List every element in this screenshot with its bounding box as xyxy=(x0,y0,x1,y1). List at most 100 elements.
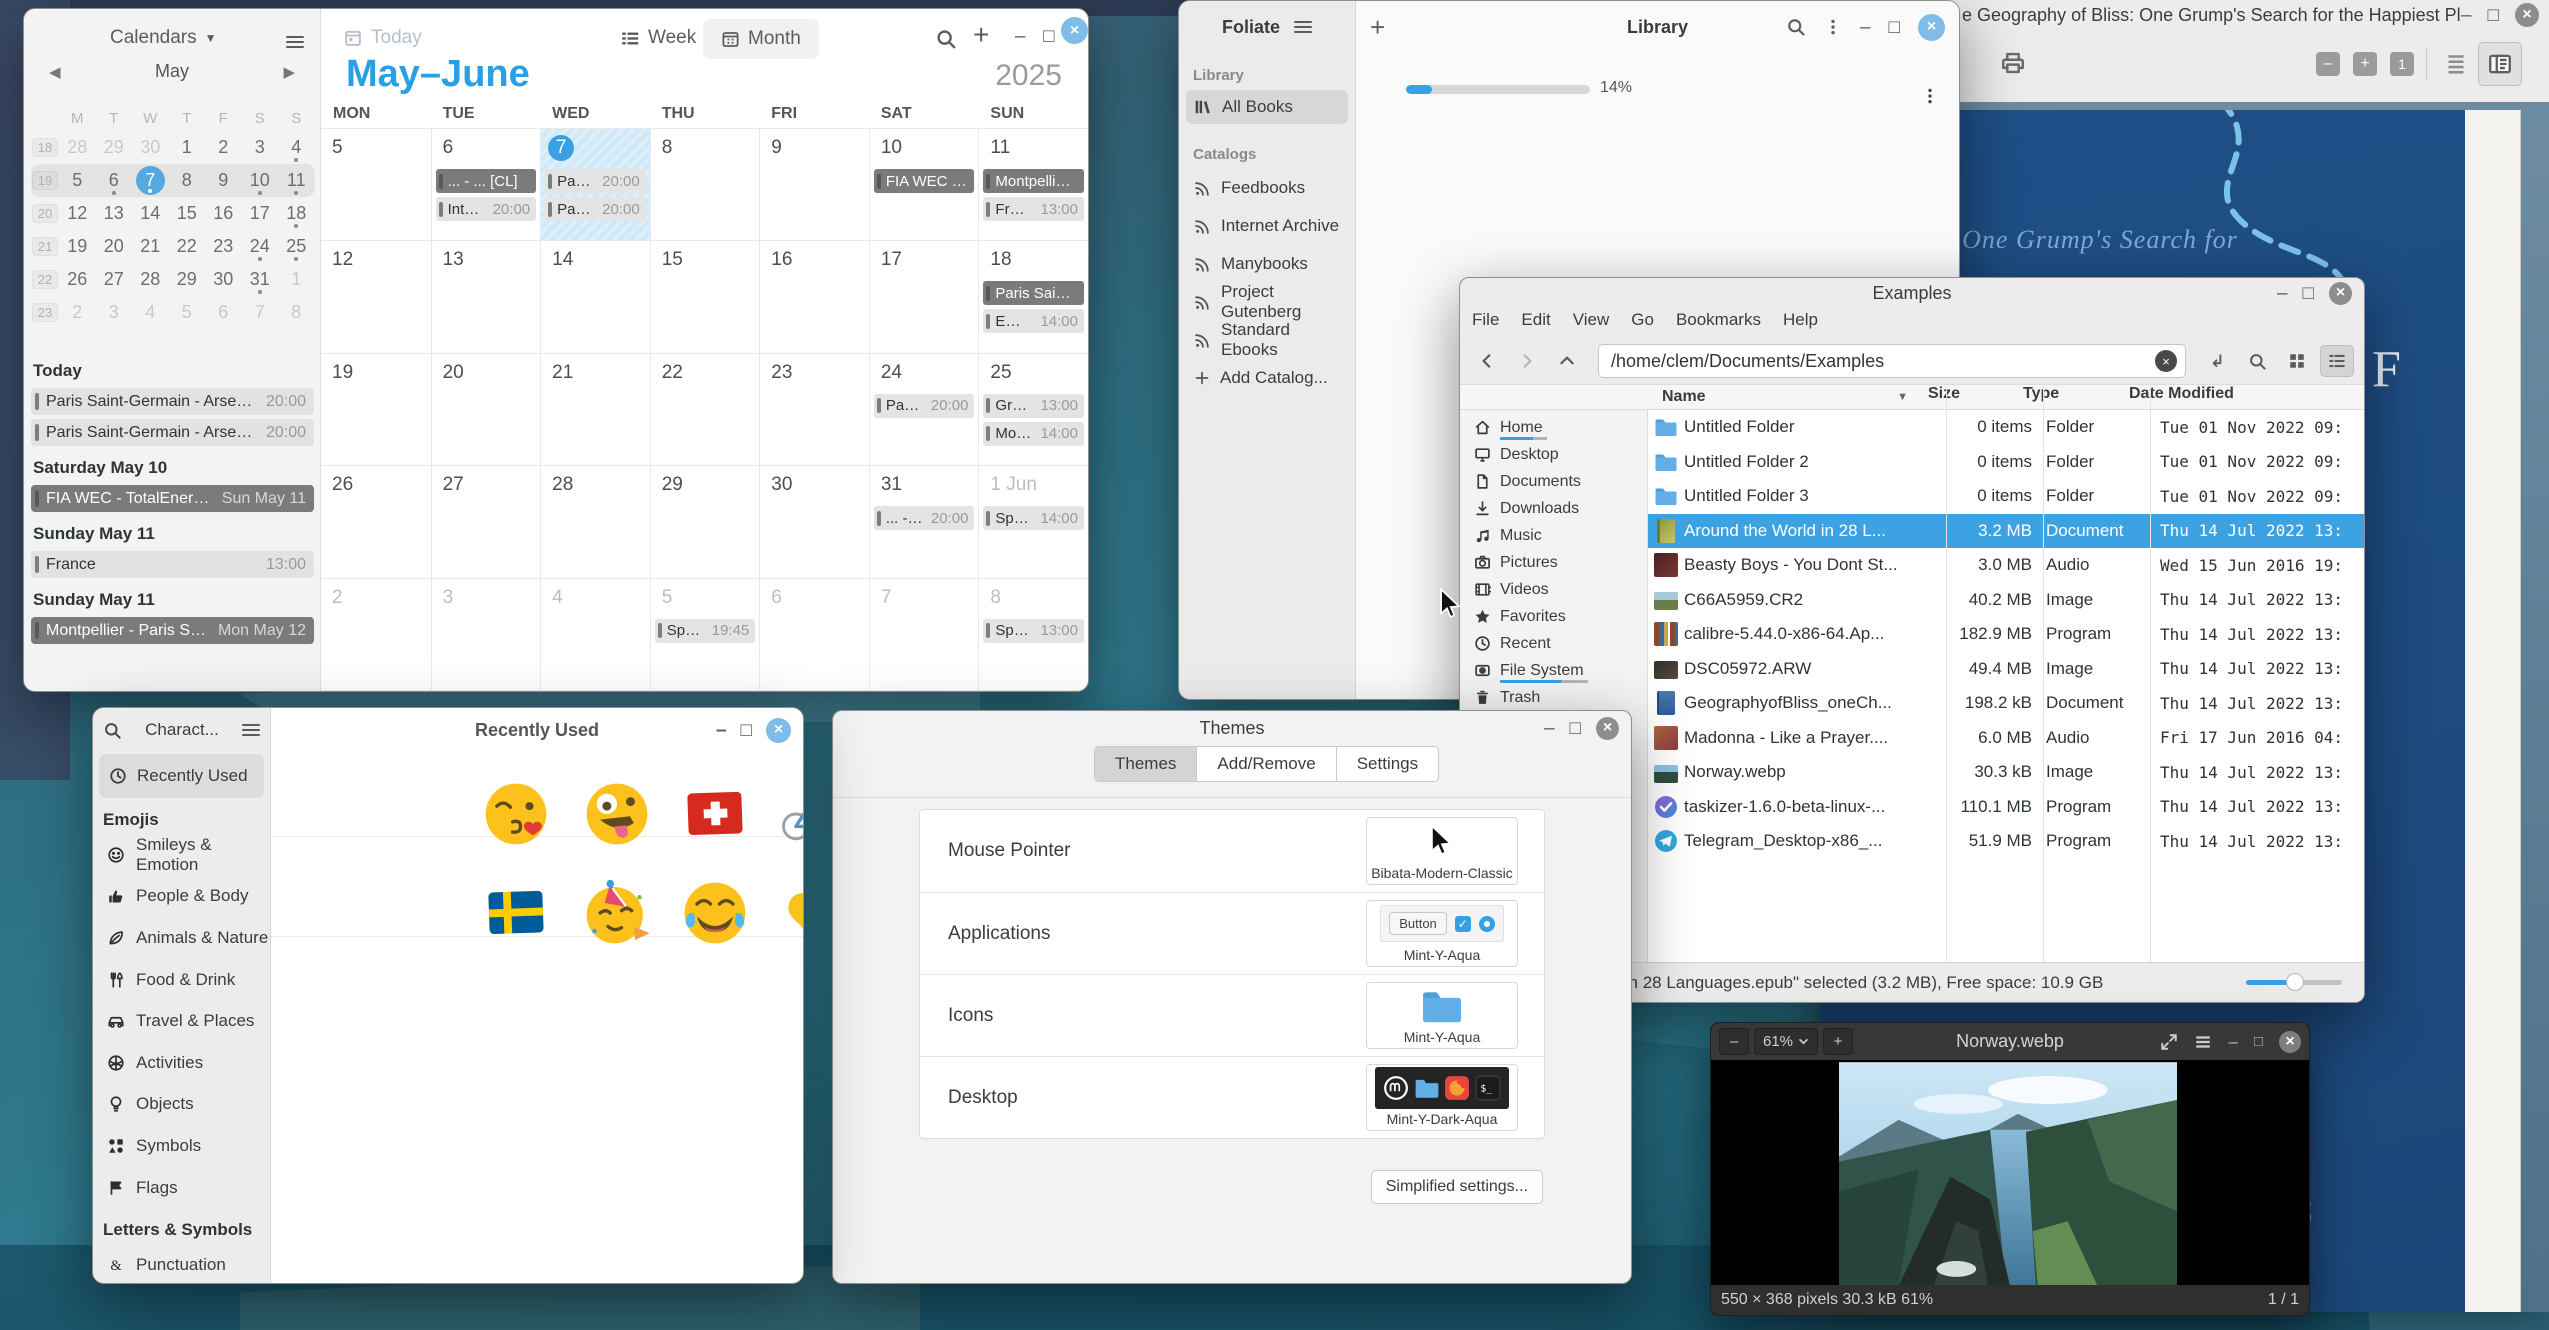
add-catalog-button[interactable]: Add Catalog... xyxy=(1186,359,1348,397)
sidebar-item-all-books[interactable]: All Books xyxy=(1186,90,1348,124)
mini-day[interactable]: 4 xyxy=(278,131,315,164)
reader-maximize-button[interactable]: □ xyxy=(2488,6,2499,25)
sidebar-item-recent[interactable]: Recent xyxy=(1460,630,1647,657)
viewer-menu-icon[interactable] xyxy=(2194,1033,2212,1051)
file-row[interactable]: Telegram_Desktop-x86_...51.9 MBProgramTh… xyxy=(1648,824,2364,859)
book-list-item[interactable]: 14% xyxy=(1406,61,1939,141)
calendar-day-cell[interactable]: 31... - ... [CL]20:00 xyxy=(869,466,979,578)
calendar-day-cell[interactable]: 27 xyxy=(431,466,541,578)
calendar-day-cell[interactable]: 5 xyxy=(321,129,431,241)
sidebar-item-smileys---emotion[interactable]: Smileys & Emotion xyxy=(93,834,270,876)
search-icon[interactable] xyxy=(1786,17,1806,37)
sidebar-item-downloads[interactable]: Downloads xyxy=(1460,495,1647,522)
catalog-item[interactable]: Feedbooks xyxy=(1186,169,1348,207)
event-pill[interactable]: France13:00 xyxy=(983,197,1084,221)
mini-day[interactable]: 8 xyxy=(169,164,206,197)
event-pill[interactable]: Spanish GP14:00 xyxy=(983,506,1084,530)
calendar-day-cell[interactable]: 19 xyxy=(321,354,431,466)
event-pill[interactable]: Paris Sai...20:00 xyxy=(545,197,646,221)
location-bar[interactable]: /home/clem/Documents/Examples × xyxy=(1598,344,2186,378)
mini-day[interactable]: 29 xyxy=(169,263,206,296)
calendar-day-cell[interactable]: 6 xyxy=(759,579,869,691)
calendar-day-cell[interactable]: 13 xyxy=(431,241,541,353)
emoji-face-blowing-kiss[interactable] xyxy=(480,778,552,850)
add-book-button[interactable]: + xyxy=(1370,12,1385,43)
event-pill[interactable]: Spain13:00 xyxy=(983,619,1084,643)
zoom-out-button[interactable]: – xyxy=(2316,52,2340,76)
foliate-minimize-button[interactable]: – xyxy=(1860,18,1871,37)
list-view-icon[interactable] xyxy=(2320,345,2354,377)
add-event-button[interactable]: + xyxy=(973,19,989,51)
mini-day[interactable]: 18 xyxy=(278,197,315,230)
calendar-day-cell[interactable]: 5Spain - F...19:45 xyxy=(650,579,760,691)
file-row[interactable]: Norway.webp30.3 kBImageThu 14 Jul 2022 1… xyxy=(1648,755,2364,790)
sidebar-item-videos[interactable]: Videos xyxy=(1460,576,1647,603)
file-row[interactable]: Untitled Folder0 itemsFolderTue 01 Nov 2… xyxy=(1648,410,2364,445)
mini-day[interactable]: 21 xyxy=(132,230,169,263)
month-view-button[interactable]: Month xyxy=(703,19,819,59)
emoji-face-tears-of-joy[interactable] xyxy=(679,877,751,949)
mini-day[interactable]: 23 xyxy=(205,230,242,263)
calendar-day-cell[interactable]: 21 xyxy=(540,354,650,466)
mini-day[interactable]: 8 xyxy=(278,296,315,329)
mini-day[interactable]: 15 xyxy=(169,197,206,230)
icons-theme-button[interactable]: Mint-Y-Aqua xyxy=(1366,982,1518,1049)
search-icon[interactable] xyxy=(103,721,122,740)
mini-day[interactable]: 5 xyxy=(169,296,206,329)
mini-day[interactable]: 4 xyxy=(132,296,169,329)
mini-day[interactable]: 11 xyxy=(278,164,315,197)
calendar-day-cell[interactable]: 28 xyxy=(540,466,650,578)
tab-settings[interactable]: Settings xyxy=(1336,747,1438,781)
agenda-event[interactable]: Paris Saint-Germain - Arsenal [CL]20:00 xyxy=(31,419,314,446)
mini-day[interactable]: 22 xyxy=(169,230,206,263)
mini-day[interactable]: 1 xyxy=(278,263,315,296)
themes-maximize-button[interactable]: □ xyxy=(1570,719,1581,738)
viewer-zoom-out-button[interactable]: – xyxy=(1719,1028,1749,1055)
mini-day[interactable]: 3 xyxy=(96,296,133,329)
viewer-maximize-button[interactable]: □ xyxy=(2254,1033,2263,1050)
mini-day[interactable]: 12 xyxy=(59,197,96,230)
search-icon[interactable] xyxy=(935,28,957,50)
file-row[interactable]: Around the World in 28 L...3.2 MBDocumen… xyxy=(1648,514,2364,549)
book-kebab-menu-icon[interactable] xyxy=(1921,87,1939,105)
mini-day[interactable]: 30 xyxy=(132,131,169,164)
characters-minimize-button[interactable]: – xyxy=(716,721,727,740)
mini-day[interactable]: 24 xyxy=(242,230,279,263)
event-pill[interactable]: Montpellier - Pa... xyxy=(983,169,1084,193)
event-pill[interactable]: Paris Sai...20:00 xyxy=(874,394,975,418)
calendar-day-cell[interactable]: 22 xyxy=(650,354,760,466)
event-pill[interactable]: Monaco ...14:00 xyxy=(983,422,1084,446)
files-titlebar[interactable]: Examples – □ × xyxy=(1460,278,2364,308)
mini-day[interactable]: 3 xyxy=(242,131,279,164)
file-row[interactable]: Untitled Folder 20 itemsFolderTue 01 Nov… xyxy=(1648,445,2364,480)
menu-view[interactable]: View xyxy=(1573,310,1610,330)
viewer-zoom-in-button[interactable]: + xyxy=(1823,1028,1853,1055)
calendar-day-cell[interactable]: 14 xyxy=(540,241,650,353)
calendar-day-cell[interactable]: 8Spain13:00 xyxy=(978,579,1088,691)
calendar-day-cell[interactable]: 3 xyxy=(431,579,541,691)
agenda-event[interactable]: Montpellier - Paris Saint-GermainMon May… xyxy=(31,617,314,644)
sidebar-item-symbols[interactable]: Symbols xyxy=(93,1125,270,1167)
calendar-day-cell[interactable]: 17 xyxy=(869,241,979,353)
file-row[interactable]: calibre-5.44.0-x86-64.Ap...182.9 MBProgr… xyxy=(1648,617,2364,652)
event-pill[interactable]: ... - ... [CL]20:00 xyxy=(874,506,975,530)
calendar-day-cell[interactable]: 25Great Br...13:00Monaco ...14:00 xyxy=(978,354,1088,466)
event-pill[interactable]: Paris Saint-Germ... xyxy=(983,281,1084,305)
toggle-location-entry-icon[interactable] xyxy=(2200,345,2234,377)
sidebar-item-pictures[interactable]: Pictures xyxy=(1460,549,1647,576)
files-minimize-button[interactable]: – xyxy=(2277,284,2288,303)
emoji-flag-sweden[interactable] xyxy=(480,877,552,949)
file-row[interactable]: taskizer-1.6.0-beta-linux-...110.1 MBPro… xyxy=(1648,790,2364,825)
sidebar-item-documents[interactable]: Documents xyxy=(1460,468,1647,495)
zoom-slider[interactable] xyxy=(2246,980,2342,985)
menu-edit[interactable]: Edit xyxy=(1521,310,1550,330)
files-close-button[interactable]: × xyxy=(2329,282,2352,305)
column-header-date[interactable]: Date Modified xyxy=(2121,385,2364,409)
agenda-event[interactable]: Paris Saint-Germain - Arsenal [CL]20:00 xyxy=(31,388,314,415)
emoji-yellow-heart[interactable] xyxy=(779,877,804,949)
continuous-pages-icon[interactable] xyxy=(2444,52,2468,76)
mini-day[interactable]: 2 xyxy=(59,296,96,329)
back-button[interactable] xyxy=(1470,345,1504,377)
calendar-today-button[interactable]: Today xyxy=(343,27,422,49)
sidebar-item-flags[interactable]: Flags xyxy=(93,1167,270,1209)
